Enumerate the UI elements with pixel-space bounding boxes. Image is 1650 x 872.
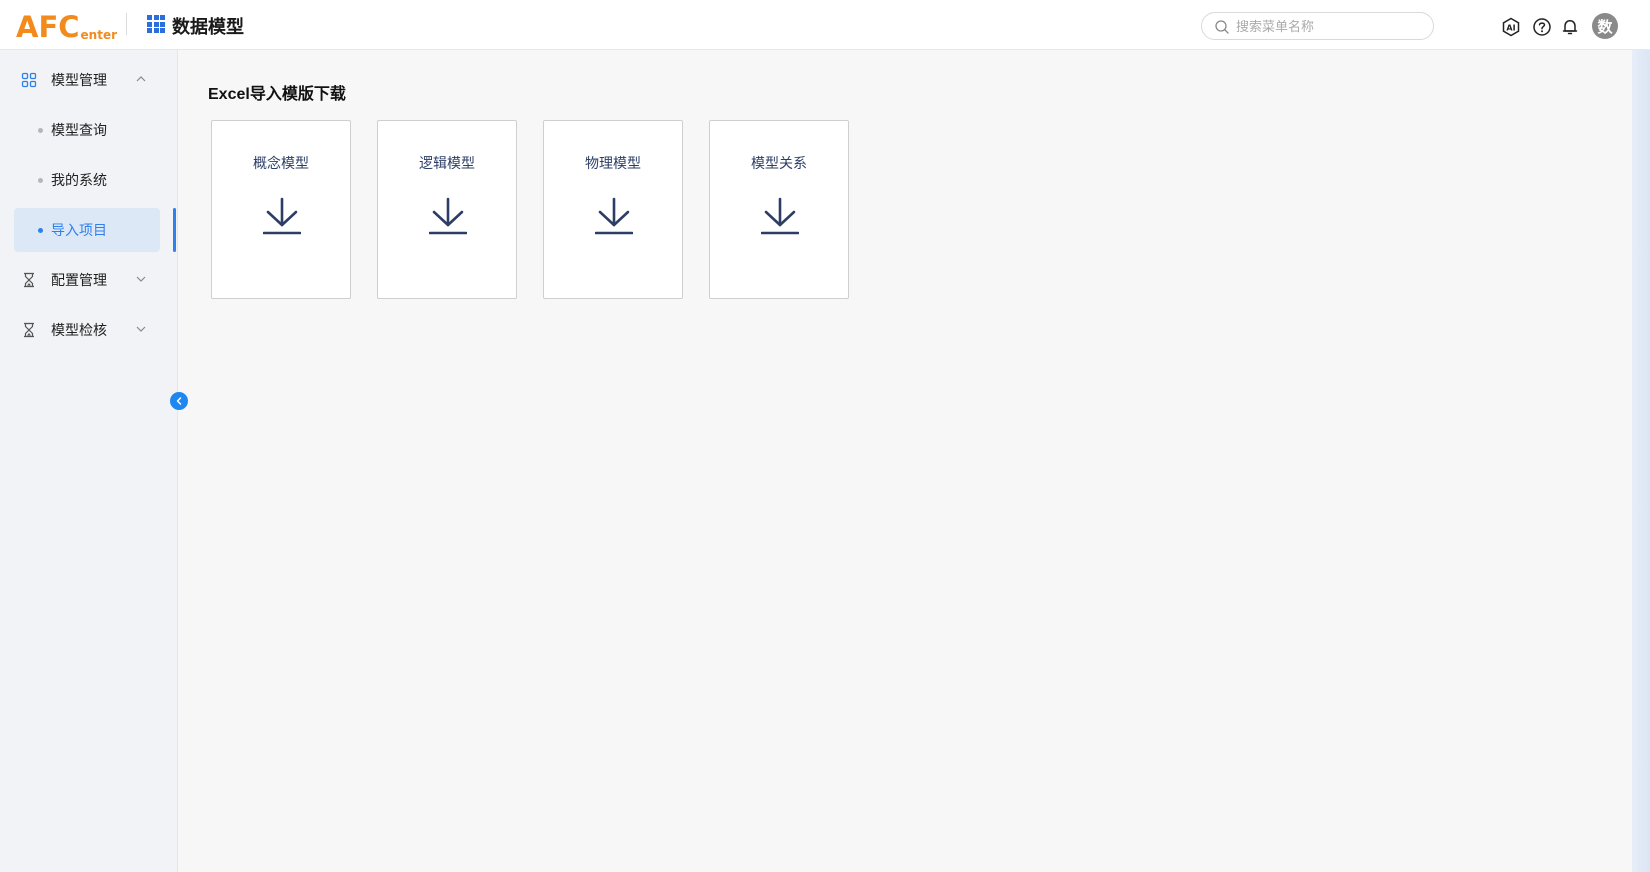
- search-input[interactable]: [1236, 16, 1426, 36]
- template-card-physical-model[interactable]: 物理模型: [543, 120, 683, 299]
- bell-icon[interactable]: [1560, 17, 1580, 37]
- template-card-conceptual-model[interactable]: 概念模型: [211, 120, 351, 299]
- sidebar-group-model-check[interactable]: 模型检核: [14, 308, 160, 352]
- page-title: Excel导入模版下载: [208, 86, 346, 103]
- sidebar-item-my-system[interactable]: 我的系统: [14, 158, 160, 202]
- help-icon[interactable]: [1532, 17, 1552, 37]
- sidebar-collapse-button[interactable]: [170, 392, 188, 410]
- bullet-dot: [38, 227, 43, 233]
- app-grid-icon[interactable]: [147, 15, 165, 33]
- sidebar-item-label: 我的系统: [51, 172, 107, 188]
- bullet-dot: [38, 177, 43, 183]
- card-label: 物理模型: [585, 155, 641, 171]
- active-indicator: [173, 208, 176, 252]
- chevron-up-icon: [136, 76, 146, 82]
- sidebar-item-label: 模型查询: [51, 122, 107, 138]
- menu-search[interactable]: [1201, 12, 1434, 40]
- card-label: 模型关系: [751, 155, 807, 171]
- card-label: 逻辑模型: [419, 155, 475, 171]
- grid-icon: [21, 72, 37, 88]
- chevron-down-icon: [136, 326, 146, 332]
- sidebar-group-label: 配置管理: [51, 272, 107, 288]
- logo-main-text: AFC: [16, 10, 80, 44]
- chevron-down-icon: [136, 276, 146, 282]
- top-header: AFC enter 数据模型 AI 数: [0, 0, 1650, 50]
- right-edge-panel: [1632, 50, 1650, 872]
- sidebar-item-label: 导入项目: [51, 222, 107, 238]
- card-label: 概念模型: [253, 155, 309, 171]
- download-icon[interactable]: [595, 197, 633, 235]
- afcenter-logo[interactable]: AFC enter: [16, 8, 117, 42]
- ai-icon[interactable]: AI: [1501, 17, 1521, 37]
- download-icon[interactable]: [429, 197, 467, 235]
- search-icon: [1215, 20, 1229, 34]
- app-title: 数据模型: [172, 17, 244, 37]
- user-avatar[interactable]: 数: [1592, 13, 1618, 39]
- svg-text:AI: AI: [1506, 24, 1515, 33]
- logo-sub-text: enter: [80, 28, 118, 42]
- sidebar-group-label: 模型检核: [51, 322, 107, 338]
- bullet-dot: [38, 127, 43, 133]
- header-divider: [126, 13, 127, 35]
- sidebar-group-config-management[interactable]: 配置管理: [14, 258, 160, 302]
- download-icon[interactable]: [263, 197, 301, 235]
- template-card-logical-model[interactable]: 逻辑模型: [377, 120, 517, 299]
- template-card-model-relation[interactable]: 模型关系: [709, 120, 849, 299]
- hourglass-icon: [24, 272, 34, 288]
- download-icon[interactable]: [761, 197, 799, 235]
- chevron-left-icon: [176, 397, 182, 405]
- sidebar: 模型管理 模型查询 我的系统 导入项目 配置管理 模型检核: [0, 50, 178, 872]
- sidebar-item-model-query[interactable]: 模型查询: [14, 108, 160, 152]
- hourglass-icon: [24, 322, 34, 338]
- sidebar-item-import-project[interactable]: 导入项目: [14, 208, 160, 252]
- sidebar-group-model-management[interactable]: 模型管理: [14, 58, 160, 102]
- sidebar-group-label: 模型管理: [51, 72, 107, 88]
